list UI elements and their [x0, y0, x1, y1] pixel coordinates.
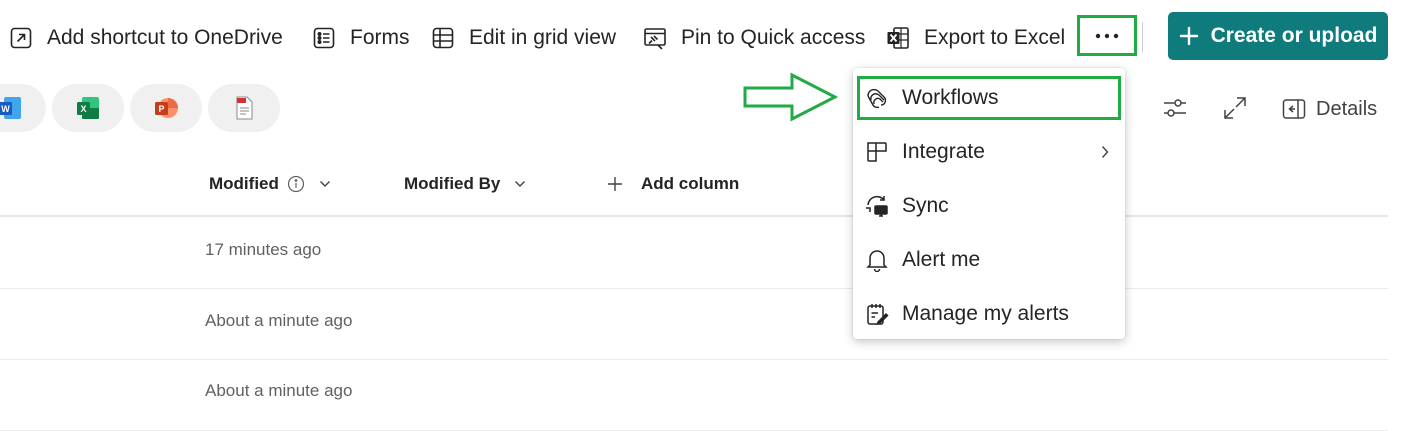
table-row[interactable]: 17 minutes ago	[0, 218, 1388, 289]
chevron-down-icon	[515, 181, 526, 187]
svg-text:X: X	[80, 104, 86, 114]
svg-text:W: W	[1, 104, 10, 114]
export-excel-button[interactable]: Export to Excel	[886, 19, 1065, 57]
info-icon[interactable]	[287, 175, 305, 193]
forms-label: Forms	[350, 26, 410, 49]
header-divider	[0, 215, 1388, 217]
excel-icon: X	[77, 97, 99, 119]
shortcut-icon	[10, 27, 32, 49]
pin-quick-access-label: Pin to Quick access	[681, 26, 866, 49]
menu-item-label: Alert me	[902, 248, 981, 271]
manage-alerts-icon	[867, 304, 889, 326]
modified-cell: About a minute ago	[205, 311, 353, 330]
word-filter-pill[interactable]: W	[0, 84, 46, 132]
plus-icon	[1179, 26, 1198, 46]
details-label: Details	[1316, 97, 1378, 120]
modified-cell: 17 minutes ago	[205, 240, 322, 259]
toolbar-divider	[1142, 22, 1143, 52]
pdf-icon	[236, 96, 253, 120]
command-bar: Add shortcut to OneDrive Forms Edit in g…	[0, 0, 1411, 76]
add-shortcut-button[interactable]: Add shortcut to OneDrive	[9, 19, 283, 57]
menu-item-integrate[interactable]: Integrate	[857, 130, 1121, 174]
add-shortcut-label: Add shortcut to OneDrive	[47, 26, 283, 49]
bell-icon	[866, 250, 888, 272]
powerpoint-icon: P	[155, 98, 178, 118]
expand-icon[interactable]	[1222, 95, 1248, 121]
word-icon: W	[0, 97, 21, 119]
edit-grid-button[interactable]: Edit in grid view	[431, 19, 616, 57]
menu-item-sync[interactable]: Sync	[857, 184, 1121, 228]
annotation-arrow-icon	[743, 72, 838, 122]
add-column-label: Add column	[641, 174, 740, 193]
create-upload-label: Create or upload	[1210, 24, 1378, 47]
create-upload-button[interactable]: Create or upload	[1168, 12, 1388, 60]
pin-quick-access-button[interactable]: Pin to Quick access	[643, 19, 865, 57]
chevron-right-icon	[1101, 146, 1109, 158]
details-pane-icon	[1282, 99, 1306, 119]
menu-item-manage-alerts[interactable]: Manage my alerts	[857, 292, 1121, 336]
menu-item-label: Workflows	[902, 86, 999, 109]
column-modified-by-label: Modified By	[404, 174, 501, 193]
more-icon	[1095, 33, 1119, 38]
column-header-modified[interactable]: Modified	[209, 172, 331, 196]
menu-item-workflows[interactable]: Workflows	[857, 76, 1121, 120]
plus-icon	[608, 177, 622, 191]
more-options-menu: Workflows Integrate Sync Alert me Manage…	[853, 68, 1125, 339]
excel-filter-pill[interactable]: X	[52, 84, 124, 132]
column-header-modified-by[interactable]: Modified By	[404, 172, 526, 196]
more-options-button[interactable]	[1077, 15, 1137, 56]
column-modified-label: Modified	[209, 174, 279, 193]
integrate-icon	[867, 142, 887, 162]
table-row[interactable]: About a minute ago	[0, 360, 1388, 431]
table-row[interactable]: About a minute ago	[0, 289, 1388, 360]
forms-icon	[313, 27, 335, 49]
menu-item-alert-me[interactable]: Alert me	[857, 238, 1121, 282]
menu-item-label: Sync	[902, 194, 949, 217]
svg-text:P: P	[158, 104, 164, 114]
filter-settings-icon[interactable]	[1162, 95, 1188, 121]
add-column-button[interactable]: Add column	[607, 172, 739, 196]
powerpoint-filter-pill[interactable]: P	[130, 84, 202, 132]
pin-icon	[644, 28, 666, 50]
sync-icon	[866, 195, 888, 217]
pdf-filter-pill[interactable]	[208, 84, 280, 132]
chevron-down-icon	[319, 181, 330, 187]
details-button[interactable]: Details	[1282, 96, 1377, 122]
grid-icon	[432, 27, 454, 49]
forms-button[interactable]: Forms	[312, 19, 410, 57]
menu-item-label: Manage my alerts	[902, 302, 1069, 325]
menu-item-label: Integrate	[902, 140, 985, 163]
excel-export-icon	[887, 27, 909, 49]
modified-cell: About a minute ago	[205, 381, 353, 400]
edit-grid-label: Edit in grid view	[469, 26, 617, 49]
workflows-icon	[867, 88, 887, 109]
export-excel-label: Export to Excel	[924, 26, 1066, 49]
